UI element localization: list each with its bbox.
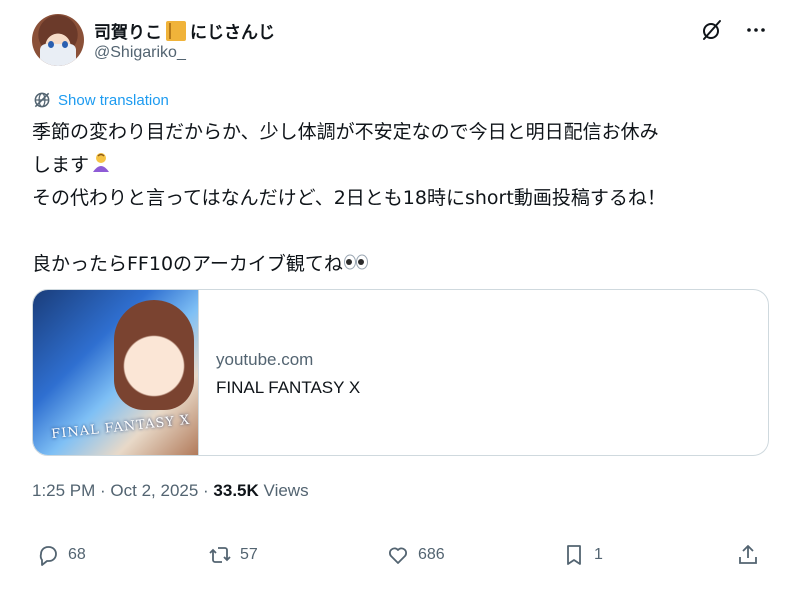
like-count: 686	[418, 546, 445, 563]
eyes-icon	[343, 254, 368, 270]
notebook-icon	[166, 20, 186, 41]
tweet-line-empty	[32, 215, 772, 248]
reply-button[interactable]: 68	[36, 543, 86, 567]
grok-icon[interactable]	[700, 18, 724, 42]
avatar-eye-left	[48, 41, 54, 48]
person-bowing-icon	[93, 153, 110, 172]
bookmark-button[interactable]: 1	[562, 543, 603, 567]
heart-icon	[389, 547, 407, 564]
tweet-header: 司賀りこ にじさんじ @Shigariko_	[32, 14, 768, 70]
avatar[interactable]	[32, 14, 84, 66]
tweet-meta: 1:25 PM · Oct 2, 2025 · 33.5K Views	[32, 481, 309, 501]
views-count: 33.5K	[213, 481, 259, 500]
reply-count: 68	[68, 546, 86, 563]
share-icon	[739, 545, 757, 564]
tweet-line: その代わりと言ってはなんだけど、2日とも18時にshort動画投稿するね！	[32, 187, 666, 209]
share-button[interactable]	[736, 543, 760, 567]
views-label: Views	[263, 481, 309, 500]
display-name[interactable]: 司賀りこ にじさんじ	[94, 18, 275, 43]
globe-icon	[34, 92, 50, 108]
meta-separator: ·	[198, 481, 214, 500]
tweet-text: 季節の変わり目だからか、少し体調が不安定なので今日と明日配信お休み します その…	[32, 116, 772, 281]
display-name-suffix[interactable]: にじさんじ	[190, 18, 275, 43]
bookmark-icon	[567, 545, 581, 565]
tweet-line: します	[32, 149, 772, 182]
display-name-prefix[interactable]: 司賀りこ	[94, 18, 162, 43]
card-thumbnail: FINAL FANTASY X	[33, 290, 199, 455]
tweet-date[interactable]: Oct 2, 2025	[110, 481, 198, 500]
tweet-line: 季節の変わり目だからか、少し体調が不安定なので今日と明日配信お休み	[32, 121, 659, 143]
like-button[interactable]: 686	[386, 543, 445, 567]
tweet-line-text: 良かったらFF10のアーカイブ観てね	[32, 253, 343, 275]
avatar-eye-right	[62, 41, 68, 48]
retweet-button[interactable]: 57	[208, 543, 258, 567]
tweet-time[interactable]: 1:25 PM	[32, 481, 95, 500]
card-title: FINAL FANTASY X	[216, 378, 361, 397]
action-bar: 68 57 686 1	[32, 543, 769, 575]
user-handle[interactable]: @Shigariko_	[94, 44, 186, 62]
reply-icon	[39, 546, 57, 566]
thumbnail-logo: FINAL FANTASY X	[50, 412, 191, 443]
avatar-collar	[40, 44, 76, 66]
link-preview-card[interactable]: FINAL FANTASY X youtube.com FINAL FANTAS…	[32, 289, 769, 456]
show-translation-link[interactable]: Show translation	[32, 90, 169, 110]
show-translation-label[interactable]: Show translation	[58, 92, 169, 109]
retweet-count: 57	[240, 546, 258, 563]
tweet-line-text: します	[32, 154, 90, 176]
thumbnail-character	[114, 300, 194, 410]
bookmark-count: 1	[594, 546, 603, 563]
more-icon[interactable]	[744, 18, 768, 42]
meta-separator: ·	[95, 481, 111, 500]
card-domain: youtube.com	[216, 350, 314, 369]
retweet-icon	[209, 547, 231, 563]
tweet-line: 良かったらFF10のアーカイブ観てね	[32, 248, 772, 281]
